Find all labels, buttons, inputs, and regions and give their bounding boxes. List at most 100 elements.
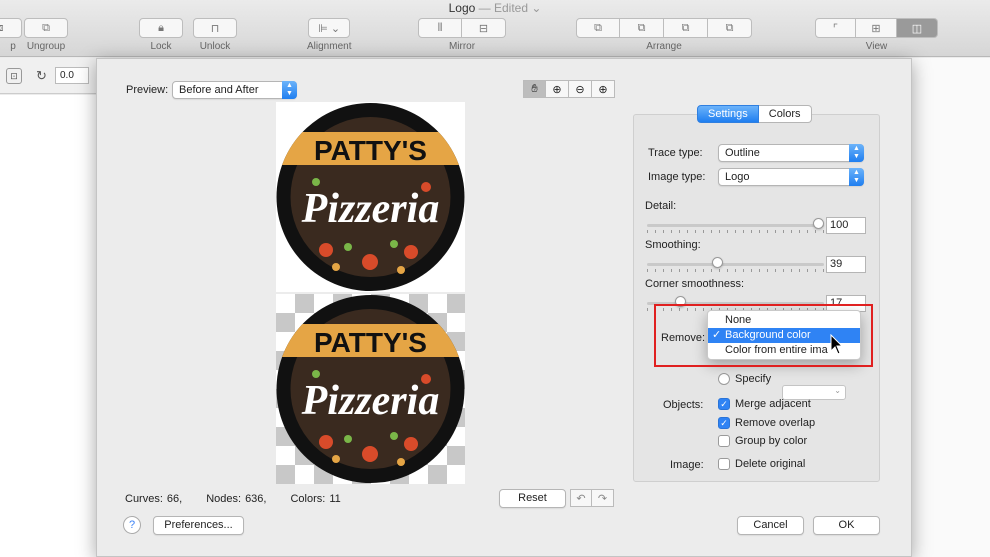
bring-to-front-icon: ⧉: [594, 21, 602, 34]
lock-icon: 🔒︎: [158, 21, 164, 34]
zoom-out-button[interactable]: ⊖: [569, 80, 592, 98]
image-type-arrows-icon: ▲ ▼: [849, 168, 864, 186]
remove-overlap-checkbox[interactable]: ✓: [718, 417, 730, 429]
preview-before[interactable]: PATTY'S Pizzeria: [276, 102, 465, 292]
nodes-count: 636,: [245, 493, 267, 505]
trace-image-sheet: Preview: Before and After ▲ ▼ ✋︎ ⊕ ⊖ ⊕ PA…: [96, 58, 912, 557]
group-by-color-checkbox[interactable]: [718, 435, 730, 447]
smoothing-slider-thumb[interactable]: [711, 257, 723, 268]
smoothing-slider[interactable]: [647, 257, 824, 272]
hand-icon: ✋︎: [531, 82, 538, 95]
send-to-back-icon: ⧉: [725, 21, 734, 34]
window-title: Logo — Edited ⌄: [448, 1, 542, 15]
preferences-button[interactable]: Preferences...: [153, 516, 244, 535]
align-left-icon: ⊫ ⌄: [318, 22, 341, 35]
trace-stats: Curves: 66, Nodes: 636, Colors: 11: [125, 493, 341, 505]
trace-type-select[interactable]: Outline ▲ ▼: [718, 144, 864, 162]
pizza-logo-after: PATTY'S Pizzeria: [276, 295, 465, 483]
zoom-tools: ✋︎ ⊕ ⊖ ⊕: [523, 80, 615, 98]
image-label: Image:: [670, 459, 704, 471]
preview-after[interactable]: PATTY'S Pizzeria: [276, 294, 465, 484]
unlock-icon: ⊓: [210, 22, 220, 35]
bring-forward-icon: ⧉: [637, 21, 646, 34]
ungroup-button[interactable]: ⧉: [24, 18, 68, 38]
merge-adjacent-option[interactable]: ✓ Merge adjacent: [718, 398, 811, 410]
undo-redo: ↶ ↷: [570, 489, 614, 507]
view-panel-button[interactable]: ◫: [897, 18, 938, 38]
mirror-tool: ⫴ ⊟ Mirror: [418, 18, 506, 52]
edited-indicator[interactable]: — Edited ⌄: [479, 1, 542, 15]
send-to-back-button[interactable]: ⧉: [708, 18, 752, 38]
preview-label: Preview:: [126, 84, 169, 96]
unlock-tool: ⊓ Unlock: [193, 18, 237, 52]
detail-slider-thumb[interactable]: [813, 218, 824, 229]
redo-icon: ↷: [597, 492, 608, 505]
mirror-vertical-icon: ⊟: [478, 22, 489, 35]
objects-label: Objects:: [663, 399, 704, 411]
send-backward-icon: ⧉: [681, 21, 690, 34]
sidebar-icon: ◫: [911, 22, 923, 35]
alignment-button[interactable]: ⊫ ⌄: [308, 18, 351, 38]
image-type-select[interactable]: Logo ▲ ▼: [718, 168, 864, 186]
settings-panel: Trace type: Outline ▲ ▼ Image type: Logo …: [633, 114, 880, 482]
detail-slider[interactable]: [647, 218, 824, 233]
delete-original-checkbox[interactable]: [718, 458, 730, 470]
logo-line2-text-after: Pizzeria: [301, 378, 440, 424]
merge-adjacent-checkbox[interactable]: ✓: [718, 398, 730, 410]
smoothing-input[interactable]: 39: [826, 256, 866, 273]
view-corner-button[interactable]: ⌜: [815, 18, 856, 38]
lock-button[interactable]: 🔒︎: [139, 18, 183, 38]
detail-input[interactable]: 100: [826, 217, 866, 234]
cancel-button[interactable]: Cancel: [737, 516, 804, 535]
smoothing-label: Smoothing:: [645, 239, 701, 251]
mirror-horizontal-button[interactable]: ⫴: [418, 18, 462, 38]
zoom-fit-icon: ⊕: [552, 83, 562, 96]
bring-to-front-button[interactable]: ⧉: [576, 18, 620, 38]
panel-tabs: Settings Colors: [697, 105, 812, 123]
transform-icon[interactable]: ⊡: [6, 68, 22, 84]
logo-line1-text-after: PATTY'S: [314, 327, 427, 358]
updown-arrows-icon: ▲ ▼: [282, 81, 297, 99]
rotate-icon: ↻: [36, 68, 47, 83]
lock-tool: 🔒︎ Lock: [139, 18, 183, 52]
group-icon: ⧈: [0, 22, 4, 35]
unlock-button[interactable]: ⊓: [193, 18, 237, 38]
zoom-in-button[interactable]: ⊕: [592, 80, 615, 98]
preview-select[interactable]: Before and After ▲ ▼: [172, 81, 297, 99]
hand-tool-button[interactable]: ✋︎: [523, 80, 546, 98]
group-button[interactable]: ⧈: [0, 18, 22, 38]
ok-button[interactable]: OK: [813, 516, 880, 535]
mouse-cursor-icon: [830, 334, 844, 355]
remove-overlap-option[interactable]: ✓ Remove overlap: [718, 417, 815, 429]
zoom-fit-button[interactable]: ⊕: [546, 80, 569, 98]
inspector-bar: ⊡ ↻ 0.0: [0, 58, 96, 94]
view-tool: ⌜ ⊞ ◫ View: [815, 18, 938, 52]
send-backward-button[interactable]: ⧉: [664, 18, 708, 38]
curves-count: 66,: [166, 493, 183, 505]
redo-button[interactable]: ↷: [592, 489, 614, 507]
help-button[interactable]: ?: [123, 516, 141, 534]
mirror-vertical-button[interactable]: ⊟: [462, 18, 506, 38]
rotation-input[interactable]: 0.0: [55, 67, 89, 84]
view-grid-button[interactable]: ⊞: [856, 18, 897, 38]
image-type-label: Image type:: [648, 171, 706, 183]
colors-count: 11: [329, 493, 341, 505]
ungroup-tool: ⧉ Ungroup: [24, 18, 68, 52]
grid-icon: ⊞: [871, 22, 881, 35]
tab-colors[interactable]: Colors: [758, 105, 812, 123]
specify-option[interactable]: Specify: [718, 373, 771, 385]
ungroup-icon: ⧉: [42, 21, 50, 34]
toolbar: Logo — Edited ⌄ ⧈ p ⧉ Ungroup 🔒︎ Lock ⊓ …: [0, 0, 990, 57]
pizza-logo-before: PATTY'S Pizzeria: [276, 103, 465, 291]
delete-original-option[interactable]: Delete original: [718, 458, 805, 470]
undo-icon: ↶: [576, 492, 586, 505]
specify-radio[interactable]: [718, 373, 730, 385]
undo-button[interactable]: ↶: [570, 489, 592, 507]
tab-settings[interactable]: Settings: [697, 105, 759, 123]
group-by-color-option[interactable]: Group by color: [718, 435, 807, 447]
group-tool: ⧈ p: [0, 18, 22, 52]
alignment-tool: ⊫ ⌄ Alignment: [307, 18, 351, 52]
corner-icon: ⌜: [832, 22, 839, 35]
bring-forward-button[interactable]: ⧉: [620, 18, 664, 38]
reset-button[interactable]: Reset: [499, 489, 566, 508]
